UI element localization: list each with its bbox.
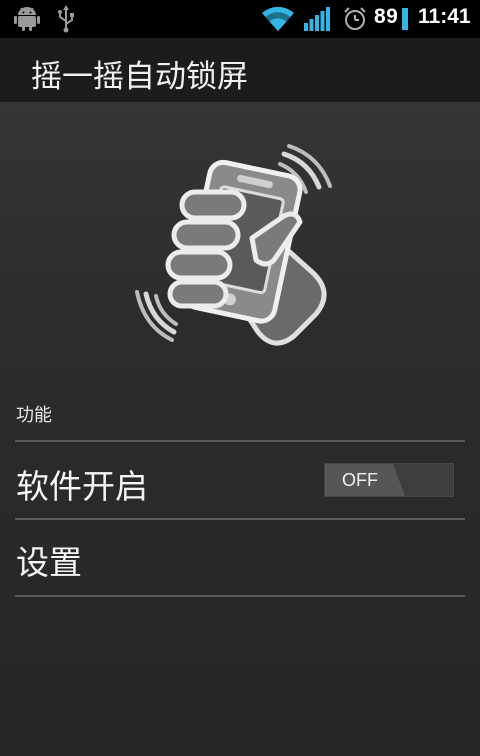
section-header-features: 功能 — [16, 405, 52, 426]
usb-icon — [58, 5, 74, 33]
alarm-icon — [344, 7, 366, 30]
android-icon — [14, 7, 40, 31]
toggle-state-label: OFF — [342, 470, 378, 490]
settings-row[interactable]: 设置 — [0, 520, 480, 594]
signal-icon — [304, 7, 330, 31]
enable-app-toggle[interactable]: OFF — [324, 463, 454, 497]
status-bar: 89 11:41 — [0, 0, 480, 38]
battery-icon — [402, 8, 408, 30]
settings-label: 设置 — [16, 543, 82, 582]
clock-time: 11:41 — [418, 5, 471, 28]
enable-app-label: 软件开启 — [16, 467, 148, 506]
hand-shaking-phone-icon — [135, 144, 332, 346]
wifi-icon — [262, 6, 294, 31]
divider — [15, 595, 465, 597]
action-bar: 摇一摇自动锁屏 — [0, 38, 480, 102]
page-title: 摇一摇自动锁屏 — [31, 59, 248, 95]
battery-percent: 89 — [374, 5, 399, 28]
